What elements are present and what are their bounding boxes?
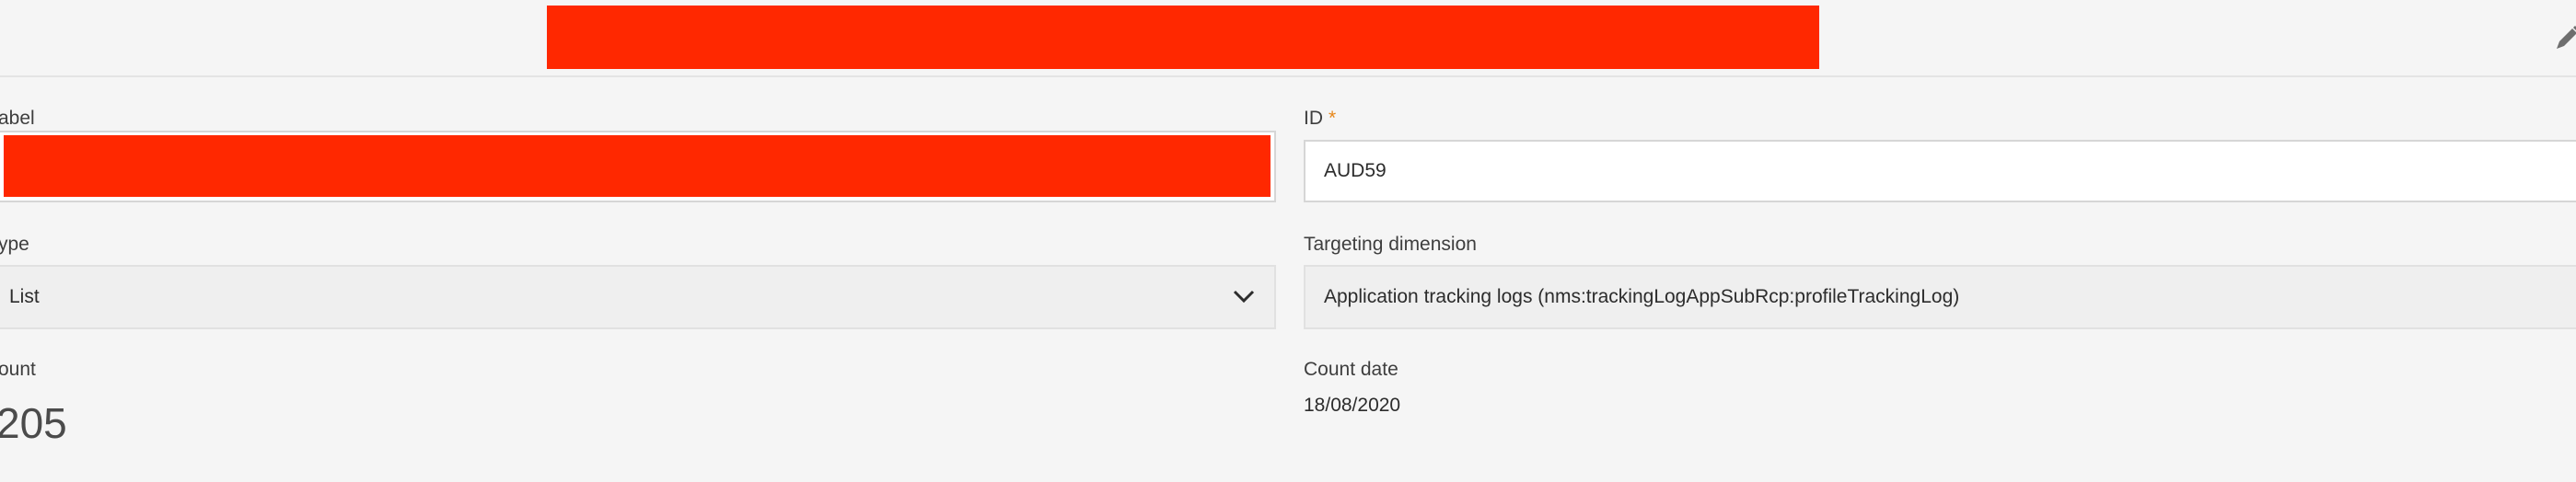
redacted-label-value	[4, 135, 1271, 197]
id-input[interactable]: AUD59	[1304, 140, 2576, 202]
type-select[interactable]: List	[0, 265, 1276, 329]
redacted-title	[547, 6, 1819, 69]
id-field-label: ID *	[1304, 108, 1337, 129]
count-date-label: Count date	[1304, 359, 1398, 380]
chevron-down-icon[interactable]	[1232, 287, 1256, 305]
pencil-icon[interactable]	[2554, 24, 2576, 52]
label-input[interactable]	[0, 131, 1276, 202]
type-field-label: ype	[0, 234, 29, 255]
targeting-dimension-field[interactable]: Application tracking logs (nms:trackingL…	[1304, 265, 2576, 329]
targeting-dimension-label: Targeting dimension	[1304, 234, 1477, 255]
required-marker: *	[1329, 108, 1337, 129]
count-value: 205	[0, 399, 67, 447]
label-field-label: abel	[0, 108, 35, 129]
count-label: ount	[0, 359, 36, 380]
count-date-value: 18/08/2020	[1304, 395, 1401, 416]
header-bar	[0, 0, 2576, 77]
type-select-value: List	[9, 286, 40, 307]
